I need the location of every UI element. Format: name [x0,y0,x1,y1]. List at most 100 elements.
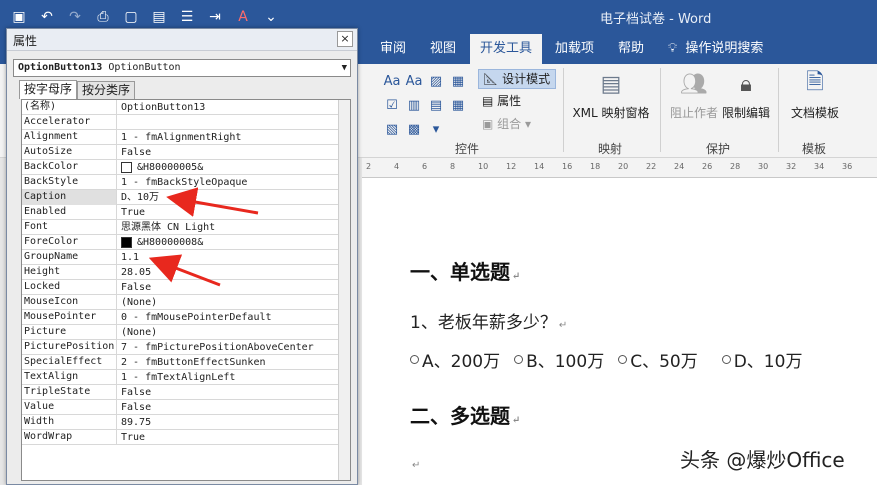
property-row[interactable]: SpecialEffect 2 - fmButtonEffectSunken [22,355,350,370]
picture-control-icon[interactable]: ▨ [426,70,446,92]
property-row[interactable]: GroupName 1.1 [22,250,350,265]
document-page[interactable]: 一、单选题 ↵ 1、老板年薪多少？ ↵ A、200万 B、100万 C、50万 D、… [362,178,877,485]
paragraph-icon[interactable]: ☰ [176,6,198,28]
tab-view[interactable]: 视图 [420,34,466,64]
property-value[interactable]: D、10万 [119,190,159,205]
quick-access-toolbar: ▣ ↶ ↷ ⎙ ▢ ▤ ☰ ⇥ A ⌄ [8,6,282,28]
property-value-text: 2 - fmButtonEffectSunken [121,356,266,368]
option-button-b[interactable]: B、100万 [514,347,604,372]
block-authors-button[interactable]: 👥︎ 阻止作者 [666,68,722,121]
legacy-tools-icon[interactable]: ▩ [404,118,424,140]
property-value[interactable]: &H80000008& [119,235,203,250]
property-row[interactable]: Accelerator [22,115,350,130]
property-value[interactable]: 2 - fmButtonEffectSunken [119,355,266,370]
plain-text-control-icon[interactable]: Aa [404,70,424,92]
print-preview-icon[interactable]: ⎙ [92,6,114,28]
property-row[interactable]: ForeColor &H80000008& [22,235,350,250]
close-icon[interactable]: × [337,31,353,47]
redo-icon[interactable]: ↷ [64,6,86,28]
property-value[interactable]: 1 - fmBackStyleOpaque [119,175,247,190]
property-row[interactable]: Height 28.05 [22,265,350,280]
indent-icon[interactable]: ⇥ [204,6,226,28]
dropdown-control-icon[interactable]: ▤ [426,94,446,116]
property-row[interactable]: MouseIcon (None) [22,295,350,310]
more-controls-icon[interactable]: ▾ [426,118,446,140]
tab-help[interactable]: 帮助 [608,34,654,64]
property-row[interactable]: AutoSize False [22,145,350,160]
document-template-button[interactable]: 🗎︎ 文档模板 [788,68,842,121]
design-mode-button[interactable]: 📐︎ 设计模式 [478,69,556,89]
tab-addins[interactable]: 加载项 [545,34,604,64]
property-row[interactable]: Picture (None) [22,325,350,340]
property-value[interactable]: False [119,385,151,400]
repeating-section-icon[interactable]: ▧ [382,118,402,140]
property-value[interactable]: (None) [119,295,157,310]
restrict-editing-button[interactable]: 🔒︎ 限制编辑 [720,68,772,121]
horizontal-ruler[interactable]: 2 4 6 8 10 12 14 16 18 20 22 24 26 28 30 32 34 36 [362,158,877,178]
property-value[interactable]: OptionButton13 [119,100,205,115]
save-icon[interactable]: ▣ [8,6,30,28]
group-button[interactable]: ▣ 组合 ▾ [478,115,531,133]
checkbox-control-icon[interactable]: ☑ [382,94,402,116]
property-value[interactable]: False [119,145,151,160]
property-row[interactable]: PicturePosition 7 - fmPicturePositionAbov… [22,340,350,355]
property-value-text: 思源黑体 CN Light [121,221,216,233]
rich-text-control-icon[interactable]: Aa [382,70,402,92]
property-value[interactable]: False [119,280,151,295]
customize-icon[interactable]: ⌄ [260,6,282,28]
new-doc-icon[interactable]: ▢ [120,6,142,28]
date-picker-icon[interactable]: ▦ [448,94,468,116]
scrollbar[interactable] [338,100,350,480]
property-row[interactable]: MousePointer 0 - fmMousePointerDefault [22,310,350,325]
property-value[interactable]: 0 - fmMousePointerDefault [119,310,272,325]
property-row[interactable]: Enabled True [22,205,350,220]
property-value[interactable]: (None) [119,325,157,340]
chevron-down-icon: ▼ [341,63,347,73]
properties-window[interactable]: 属性 × OptionButton13 OptionButton ▼ 按字母序 … [6,28,358,485]
tell-me-search[interactable]: 💡︎ 操作说明搜索 [668,34,763,64]
property-row[interactable]: TripleState False [22,385,350,400]
property-value[interactable]: &H80000005& [119,160,203,175]
option-button-a[interactable]: A、200万 [410,347,500,372]
property-row[interactable]: (名称) OptionButton13 [22,100,350,115]
property-row[interactable]: BackStyle 1 - fmBackStyleOpaque [22,175,350,190]
option-button-c[interactable]: C、50万 [618,347,698,372]
property-value[interactable]: 1.1 [119,250,139,265]
design-mode-icon: 📐︎ [483,72,499,86]
property-value[interactable] [119,115,121,130]
object-selector[interactable]: OptionButton13 OptionButton ▼ [13,59,351,77]
property-row[interactable]: Font 思源黑体 CN Light [22,220,350,235]
properties-title-bar[interactable]: 属性 × [7,29,357,51]
xml-pane-button[interactable]: ▤ XML 映射窗格 [570,68,652,121]
property-row[interactable]: BackColor &H80000005& [22,160,350,175]
property-value[interactable]: 1 - fmAlignmentRight [119,130,241,145]
property-value[interactable]: 7 - fmPicturePositionAboveCenter [119,340,314,355]
paste-icon[interactable]: ▤ [148,6,170,28]
property-row[interactable]: Alignment 1 - fmAlignmentRight [22,130,350,145]
radio-icon [721,355,731,364]
property-row[interactable]: Width 89.75 [22,415,350,430]
property-value[interactable]: True [119,430,145,445]
property-row[interactable]: WordWrap True [22,430,350,445]
undo-icon[interactable]: ↶ [36,6,58,28]
property-row[interactable]: TextAlign 1 - fmTextAlignLeft [22,370,350,385]
property-row[interactable]: Value False [22,400,350,415]
property-value[interactable]: 思源黑体 CN Light [119,220,215,235]
properties-button[interactable]: ▤ 属性 [478,92,521,110]
property-value[interactable]: True [119,205,145,220]
property-value[interactable]: 28.05 [119,265,151,280]
property-value[interactable]: 89.75 [119,415,151,430]
tab-categorized[interactable]: 按分类序 [77,81,136,99]
property-value[interactable]: 1 - fmTextAlignLeft [119,370,235,385]
tab-review[interactable]: 审阅 [370,34,416,64]
building-block-icon[interactable]: ▦ [448,70,468,92]
font-color-icon[interactable]: A [232,6,254,28]
properties-tabs: 按字母序 按分类序 [19,80,136,100]
tab-developer[interactable]: 开发工具 [470,34,543,64]
tab-alphabetic[interactable]: 按字母序 [19,80,78,99]
property-row[interactable]: Caption D、10万 [22,190,350,205]
property-row[interactable]: Locked False [22,280,350,295]
option-button-d[interactable]: D、10万 [721,347,802,372]
property-value[interactable]: False [119,400,151,415]
combobox-control-icon[interactable]: ▥ [404,94,424,116]
